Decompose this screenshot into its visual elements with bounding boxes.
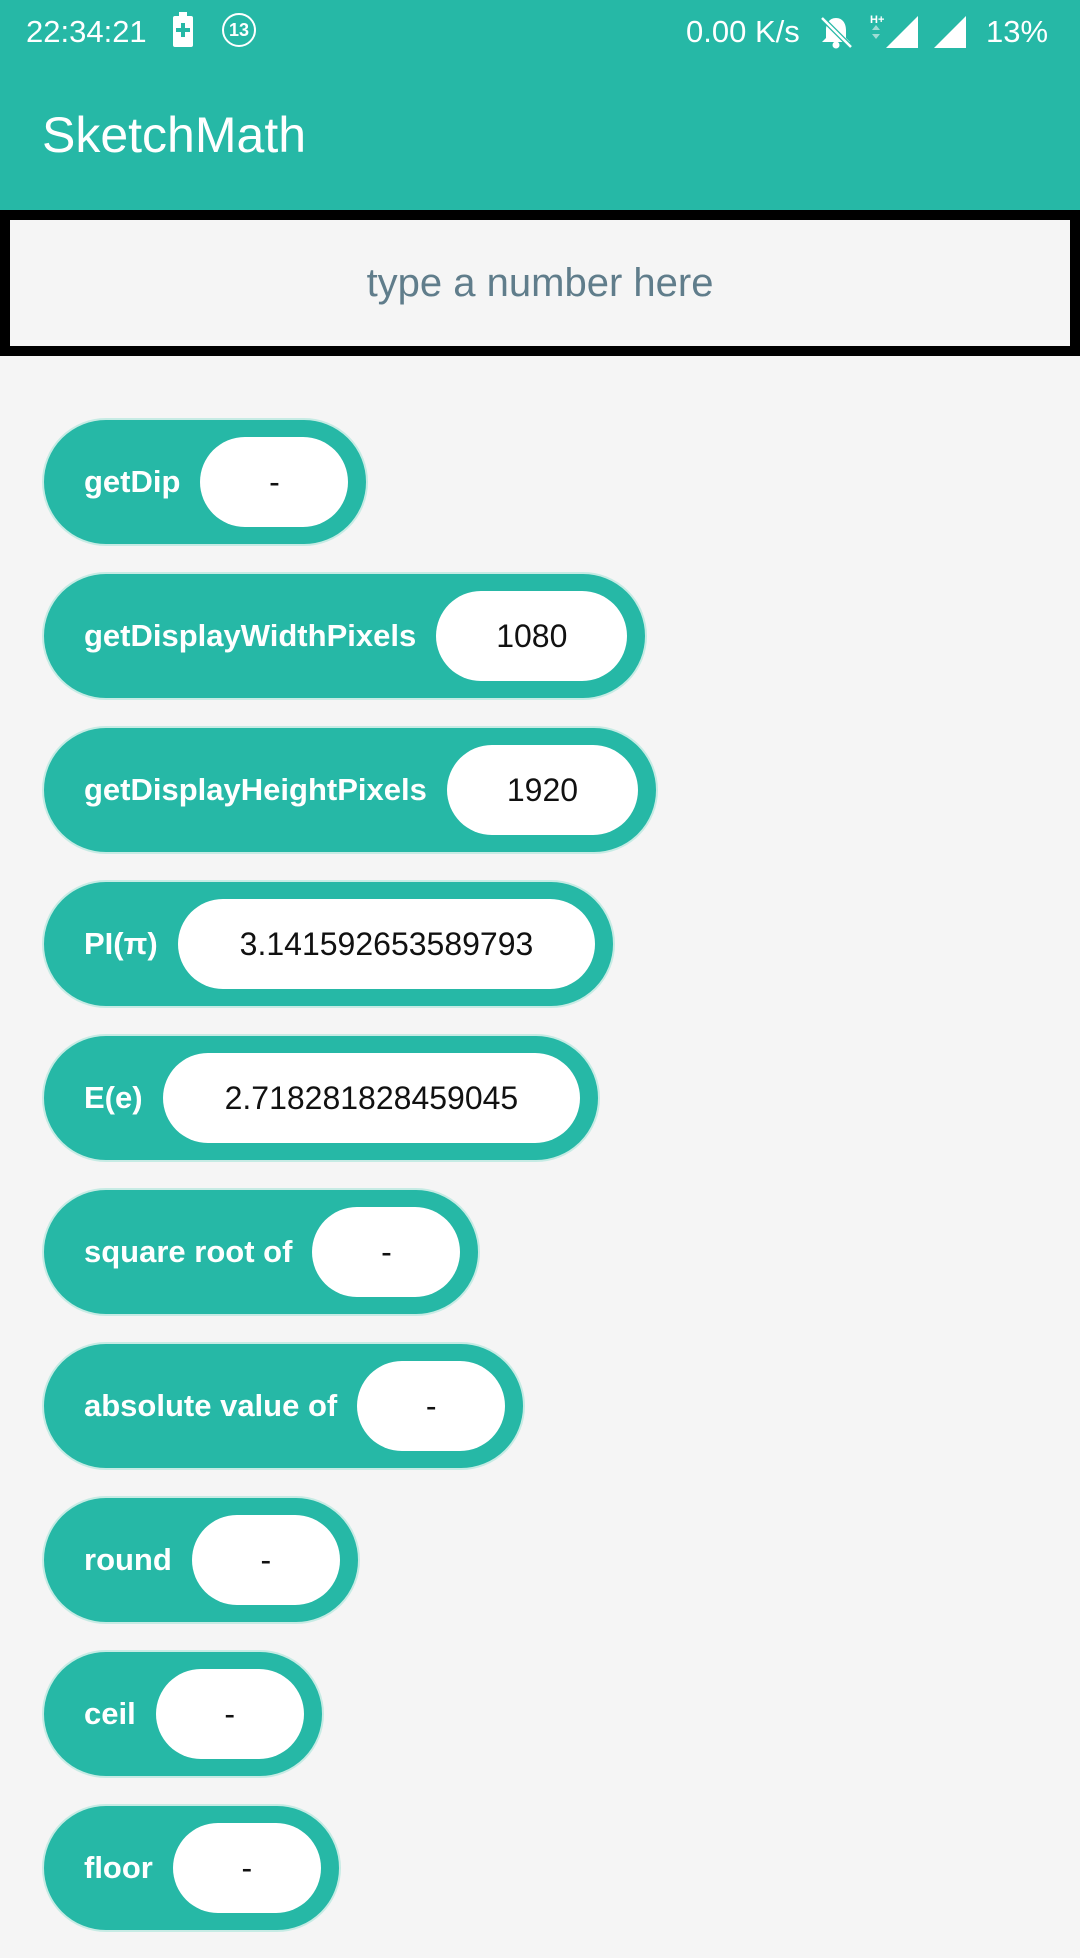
function-label: round — [84, 1542, 172, 1577]
function-label: absolute value of — [84, 1388, 338, 1423]
function-label: getDip — [84, 464, 181, 499]
function-pi[interactable]: PI(π) 3.141592653589793 — [42, 880, 616, 1008]
function-label: square root of — [84, 1234, 293, 1269]
app-title: SketchMath — [42, 107, 307, 163]
function-display-width[interactable]: getDisplayWidthPixels 1080 — [42, 572, 648, 700]
notification-count-icon: 13 — [222, 13, 256, 47]
function-absolute-value[interactable]: absolute value of - — [42, 1342, 526, 1470]
function-result: - — [155, 1669, 304, 1759]
function-result: - — [172, 1823, 321, 1913]
function-square-root[interactable]: square root of - — [42, 1188, 481, 1316]
function-result: 1920 — [446, 745, 639, 835]
function-result: 2.718281828459045 — [162, 1053, 581, 1143]
function-label: PI(π) — [84, 926, 158, 961]
function-result: 1080 — [436, 591, 628, 681]
signal-icon — [934, 16, 966, 48]
function-label: ceil — [84, 1696, 136, 1731]
network-speed: 0.00 K/s — [686, 14, 800, 49]
status-time: 22:34:21 — [26, 14, 147, 49]
function-e[interactable]: E(e) 2.718281828459045 — [42, 1034, 601, 1162]
function-label: getDisplayHeightPixels — [84, 772, 427, 807]
function-label: E(e) — [84, 1080, 143, 1115]
status-bar: 22:34:21 13 0.00 K/s H+ 13% — [0, 0, 1080, 66]
function-ceil[interactable]: ceil - — [42, 1650, 324, 1778]
function-result: - — [200, 437, 349, 527]
function-result: - — [312, 1207, 461, 1297]
bell-off-icon — [820, 16, 853, 49]
function-getdip[interactable]: getDip - — [42, 418, 369, 546]
number-input[interactable] — [10, 220, 1070, 346]
function-result: - — [357, 1361, 506, 1451]
function-label: floor — [84, 1850, 153, 1885]
svg-text:H+: H+ — [870, 14, 884, 26]
number-input-container — [0, 210, 1080, 356]
function-label: getDisplayWidthPixels — [84, 618, 417, 653]
function-floor[interactable]: floor - — [42, 1804, 341, 1932]
battery-percent: 13% — [986, 14, 1049, 49]
function-result: 3.141592653589793 — [177, 899, 596, 989]
function-round[interactable]: round - — [42, 1496, 360, 1624]
function-list: getDip - getDisplayWidthPixels 1080 getD… — [42, 418, 659, 1958]
battery-charging-icon — [173, 12, 193, 47]
signal-hplus-icon: H+ — [870, 14, 918, 48]
app-bar: SketchMath — [0, 66, 1080, 210]
function-result: - — [191, 1515, 340, 1605]
function-display-height[interactable]: getDisplayHeightPixels 1920 — [42, 726, 659, 854]
